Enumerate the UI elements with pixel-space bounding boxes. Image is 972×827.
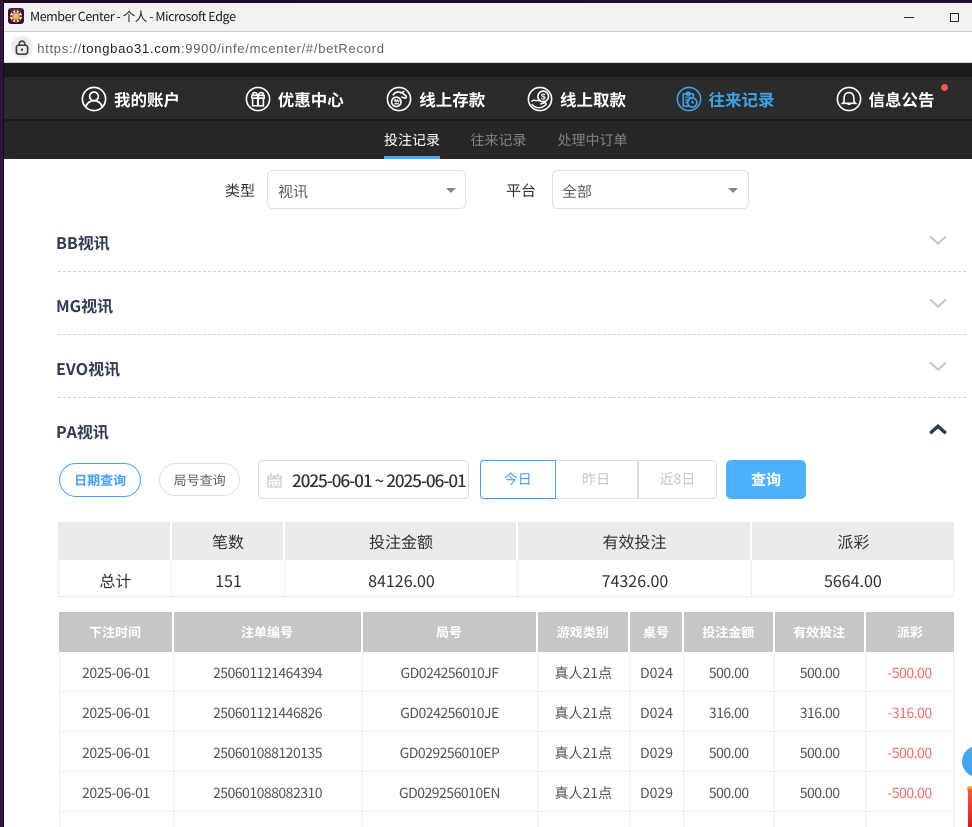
- svg-text:$: $: [541, 91, 546, 101]
